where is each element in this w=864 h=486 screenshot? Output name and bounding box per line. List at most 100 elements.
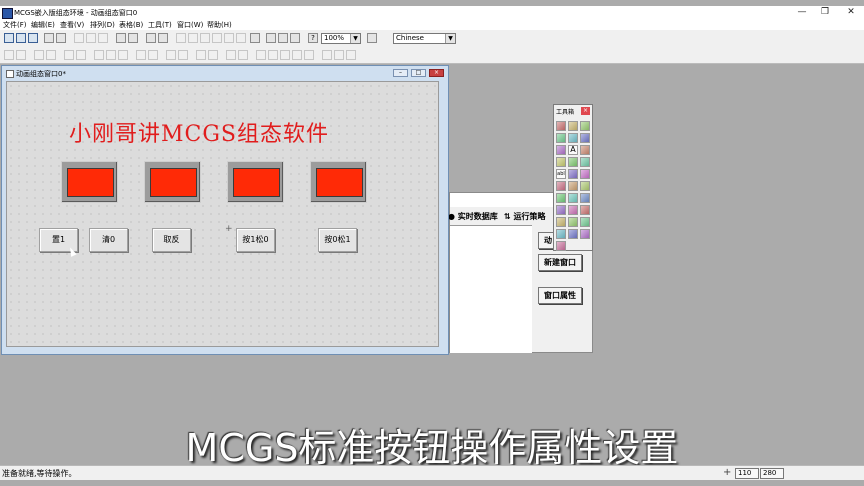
menu-table[interactable]: 表格(B): [119, 20, 143, 30]
preview-icon[interactable]: [56, 33, 66, 43]
shadow-icon[interactable]: [322, 50, 332, 60]
rotate-left-icon[interactable]: [196, 50, 206, 60]
window-icon[interactable]: [580, 229, 590, 239]
menu-view[interactable]: 查看(V): [60, 20, 84, 30]
align-grid-icon[interactable]: [4, 50, 14, 60]
space-v-icon[interactable]: [94, 50, 104, 60]
polygon-icon[interactable]: [556, 145, 566, 155]
same-size-icon[interactable]: [64, 50, 74, 60]
save-icon[interactable]: [28, 33, 38, 43]
blank-icon[interactable]: [568, 157, 578, 167]
window-properties-button[interactable]: 窗口属性: [538, 287, 582, 304]
cut-icon[interactable]: [74, 33, 84, 43]
align-left-icon[interactable]: [176, 33, 186, 43]
bitmap-icon[interactable]: [580, 145, 590, 155]
center-h-icon[interactable]: [106, 50, 116, 60]
circle-icon[interactable]: [568, 193, 578, 203]
trend-icon[interactable]: [568, 181, 578, 191]
toolbox-close-icon[interactable]: ×: [581, 107, 590, 115]
distribute-icon[interactable]: [16, 50, 26, 60]
border-icon[interactable]: [346, 50, 356, 60]
press-one-release-zero-button[interactable]: 按1松0: [236, 228, 275, 252]
tab-realtime-db[interactable]: ● 实时数据库: [448, 211, 498, 222]
bar-icon[interactable]: [568, 217, 578, 227]
indicator-lamp-4[interactable]: [310, 161, 367, 203]
restore-button[interactable]: ❐: [814, 6, 836, 19]
flip-h-icon[interactable]: [166, 50, 176, 60]
menu-tools[interactable]: 工具(T): [148, 20, 172, 30]
design-canvas[interactable]: 小刚哥讲MCGS组态软件 置1 清0 取反 按1松0 按0松1 +: [6, 81, 439, 347]
line-icon[interactable]: [568, 121, 578, 131]
window-list[interactable]: [450, 225, 532, 353]
zoom-select[interactable]: 100% ▼: [321, 33, 361, 44]
rectangle-icon[interactable]: [556, 133, 566, 143]
align-right-icon[interactable]: [200, 33, 210, 43]
redo-icon[interactable]: [128, 33, 138, 43]
same-width-icon[interactable]: [34, 50, 44, 60]
group-icon[interactable]: [158, 33, 168, 43]
align-center-icon[interactable]: [188, 33, 198, 43]
flip-v-icon[interactable]: [178, 50, 188, 60]
menu-edit[interactable]: 编辑(E): [31, 20, 55, 30]
list-icon[interactable]: [568, 169, 578, 179]
align-bottom-icon[interactable]: [224, 33, 234, 43]
indicator-lamp-2[interactable]: [144, 161, 201, 203]
menu-window[interactable]: 窗口(W): [177, 20, 203, 30]
space-h-icon[interactable]: [76, 50, 86, 60]
language-select[interactable]: Chinese ▼: [393, 33, 456, 44]
text-color-icon[interactable]: [292, 50, 302, 60]
new-window-button[interactable]: 新建窗口: [538, 254, 582, 271]
object-icon[interactable]: [580, 217, 590, 227]
help-icon[interactable]: ?: [308, 33, 318, 43]
minimize-icon[interactable]: –: [393, 69, 408, 77]
print-icon[interactable]: [44, 33, 54, 43]
palette-icon[interactable]: [278, 33, 288, 43]
menu-help[interactable]: 帮助(H): [207, 20, 232, 30]
arrow-style-icon[interactable]: [334, 50, 344, 60]
combine-icon[interactable]: [238, 50, 248, 60]
gauge-icon[interactable]: [568, 205, 578, 215]
rounded-rectangle-icon[interactable]: [568, 133, 578, 143]
picture-icon[interactable]: [556, 241, 566, 251]
new-icon[interactable]: [4, 33, 14, 43]
frame-icon[interactable]: [568, 229, 578, 239]
line-style-icon[interactable]: [304, 50, 314, 60]
canvas-heading[interactable]: 小刚哥讲MCGS组态软件: [69, 116, 329, 148]
align-middle-icon[interactable]: [236, 33, 246, 43]
align-top-icon[interactable]: [212, 33, 222, 43]
grid-icon[interactable]: [556, 217, 566, 227]
minimize-button[interactable]: —: [791, 6, 813, 19]
pointer-icon[interactable]: [556, 121, 566, 131]
ellipse-icon[interactable]: [580, 133, 590, 143]
indicator-lamp-3[interactable]: [227, 161, 284, 203]
close-button[interactable]: ✕: [840, 6, 862, 19]
toolbox-icon[interactable]: [146, 33, 156, 43]
image-icon[interactable]: [556, 157, 566, 167]
arc-icon[interactable]: [580, 121, 590, 131]
bracket-icon[interactable]: [556, 181, 566, 191]
rotate-right-icon[interactable]: [208, 50, 218, 60]
menu-arrange[interactable]: 排列(D): [90, 20, 115, 30]
close-icon[interactable]: ×: [429, 69, 444, 77]
line-color-icon[interactable]: [280, 50, 290, 60]
rotate-icon[interactable]: [580, 193, 590, 203]
switch-icon[interactable]: [556, 193, 566, 203]
component-icon[interactable]: [580, 169, 590, 179]
indicator-lamp-1[interactable]: [61, 161, 118, 203]
label-icon[interactable]: A: [568, 145, 578, 155]
copy-icon[interactable]: [86, 33, 96, 43]
clear-zero-button[interactable]: 清0: [89, 228, 128, 252]
font-icon[interactable]: [367, 33, 377, 43]
grid-toggle-icon[interactable]: [250, 33, 260, 43]
text-icon[interactable]: abl: [556, 169, 566, 179]
center-v-icon[interactable]: [118, 50, 128, 60]
display-icon[interactable]: [580, 205, 590, 215]
same-height-icon[interactable]: [46, 50, 56, 60]
layer-icon[interactable]: [266, 33, 276, 43]
fill-color-icon[interactable]: [268, 50, 278, 60]
lock-position-icon[interactable]: [256, 50, 266, 60]
menu-file[interactable]: 文件(F): [3, 20, 27, 30]
ungroup-icon[interactable]: [226, 50, 236, 60]
invert-button[interactable]: 取反: [152, 228, 191, 252]
back-icon[interactable]: [148, 50, 158, 60]
